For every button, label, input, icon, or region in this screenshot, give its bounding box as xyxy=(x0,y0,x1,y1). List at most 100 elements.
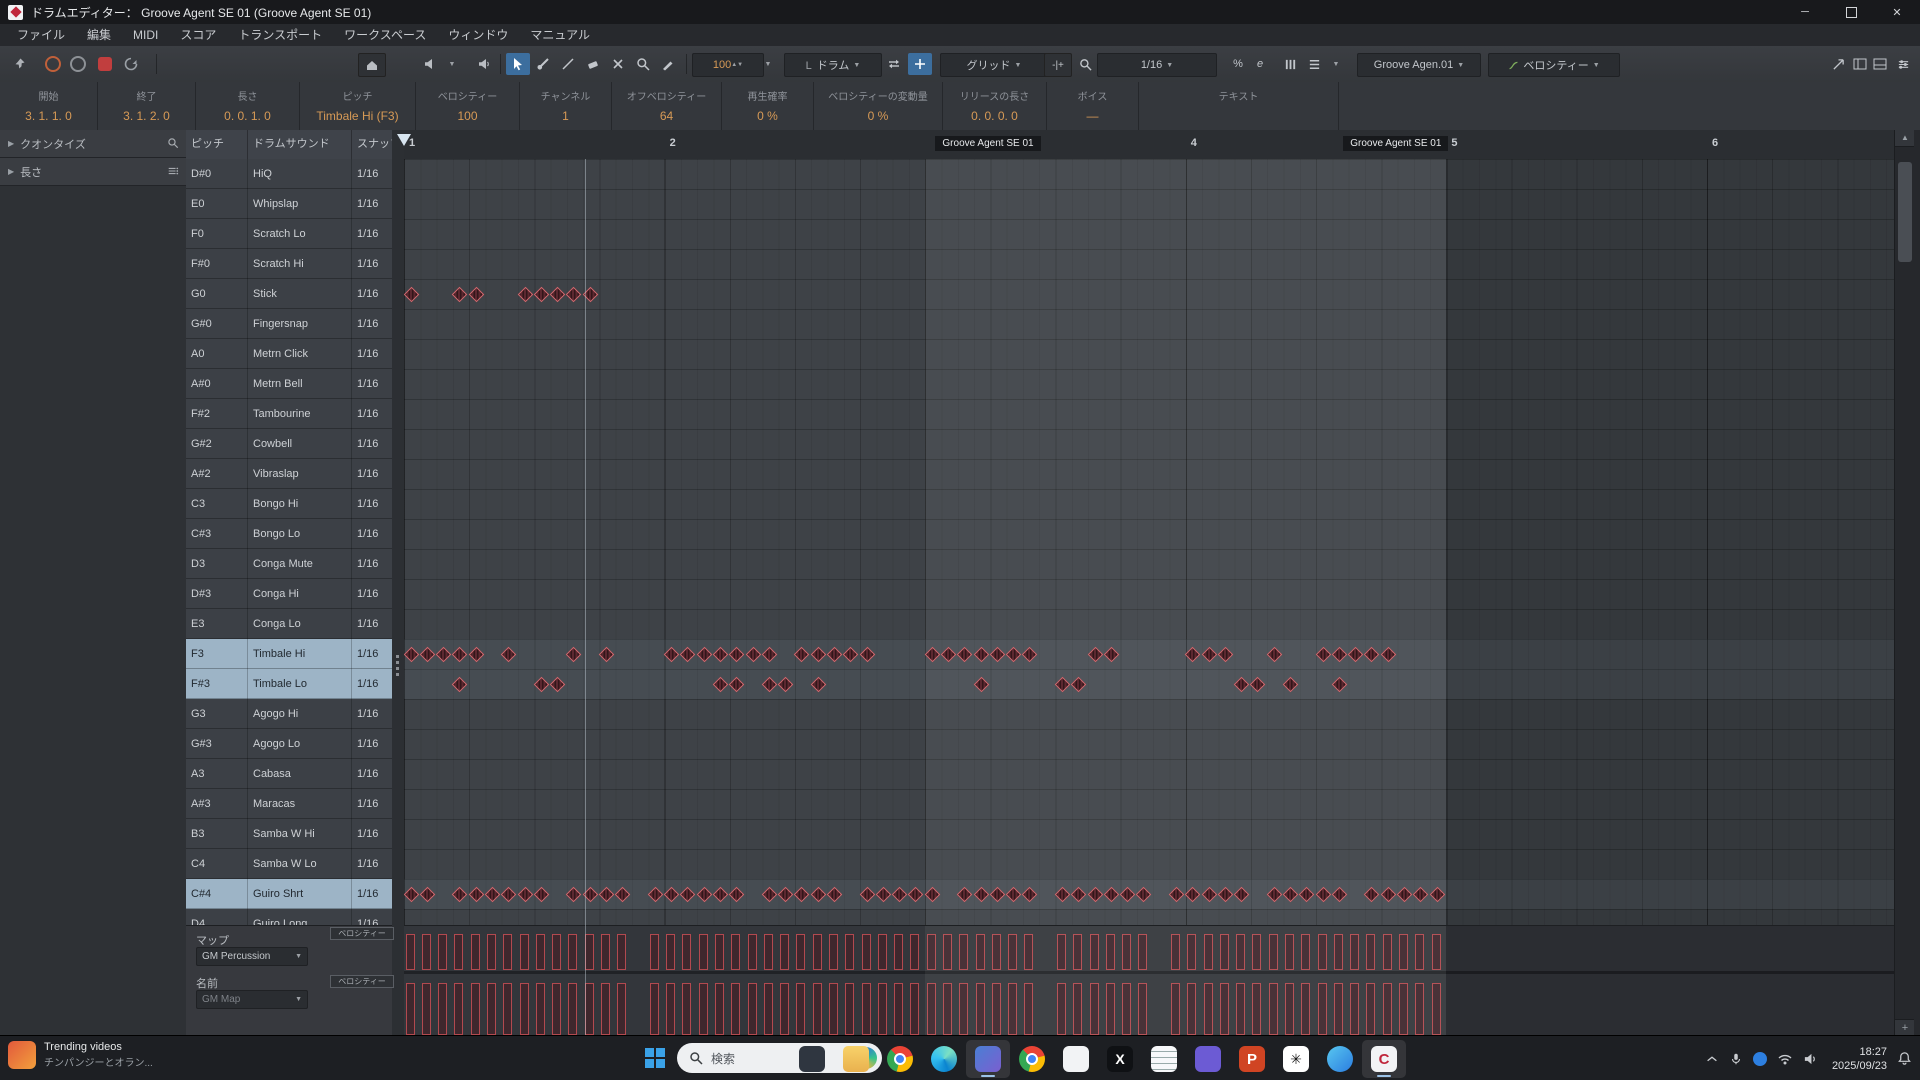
drum-row[interactable]: F#2Tambourine1/16 xyxy=(186,399,392,429)
velocity-bar[interactable] xyxy=(666,983,675,1035)
velocity-bar[interactable] xyxy=(845,983,854,1035)
clock[interactable]: 18:27 2025/09/23 xyxy=(1832,1045,1887,1073)
drum-row[interactable]: A#0Metrn Bell1/16 xyxy=(186,369,392,399)
grid-dropdown[interactable]: グリッド ▼ xyxy=(940,53,1048,77)
drum-row[interactable]: F0Scratch Lo1/16 xyxy=(186,219,392,249)
drum-row-snap[interactable]: 1/16 xyxy=(352,609,392,639)
velocity-bar[interactable] xyxy=(715,934,724,970)
velocity-bar[interactable] xyxy=(487,983,496,1035)
drum-row-snap[interactable]: 1/16 xyxy=(352,219,392,249)
drum-row-snap[interactable]: 1/16 xyxy=(352,369,392,399)
velocity-bar[interactable] xyxy=(715,983,724,1035)
velocity-bar[interactable] xyxy=(617,934,626,970)
note-diamond[interactable] xyxy=(534,286,550,302)
part-name-label[interactable]: Groove Agent SE 01 xyxy=(935,136,1040,151)
drum-row-snap[interactable]: 1/16 xyxy=(352,639,392,669)
velocity-bar[interactable] xyxy=(748,934,757,970)
drum-row[interactable]: A#2Vibraslap1/16 xyxy=(186,459,392,489)
menu-item-3[interactable]: スコア xyxy=(169,24,227,46)
drum-row-snap[interactable]: 1/16 xyxy=(352,309,392,339)
taskbar-app-notes-app[interactable] xyxy=(1142,1040,1186,1078)
drum-row[interactable]: D#3Conga Hi1/16 xyxy=(186,579,392,609)
velocity-bar[interactable] xyxy=(454,983,463,1035)
velocity-bar[interactable] xyxy=(894,983,903,1035)
controller-dropdown[interactable]: ベロシティー ▼ xyxy=(1488,53,1620,77)
infoline-field-2[interactable]: 長さ0. 0. 1. 0 xyxy=(196,82,300,130)
solo-button[interactable] xyxy=(44,53,62,75)
velocity-bar[interactable] xyxy=(454,934,463,970)
taskbar-app-photos-app[interactable] xyxy=(1318,1040,1362,1078)
quantize-percent-button[interactable]: % xyxy=(1228,53,1248,75)
velocity-bar[interactable] xyxy=(894,934,903,970)
velocity-bar[interactable] xyxy=(829,983,838,1035)
scrollbar-up-icon[interactable]: ▲ xyxy=(1895,130,1915,147)
taskbar-app-active-blue-app[interactable] xyxy=(966,1040,1010,1078)
velocity-bar[interactable] xyxy=(552,934,561,970)
drum-row-snap[interactable]: 1/16 xyxy=(352,549,392,579)
weather-widget[interactable]: Trending videos チンパンジーとオラン... xyxy=(8,1041,153,1069)
timeline-ruler[interactable]: 12456Groove Agent SE 01Groove Agent SE 0… xyxy=(404,130,1894,160)
select-tool[interactable] xyxy=(506,53,530,75)
length-menu-icon[interactable] xyxy=(167,165,179,180)
velocity-bar[interactable] xyxy=(422,983,431,1035)
drum-row-snap[interactable]: 1/16 xyxy=(352,729,392,759)
velocity-bar[interactable] xyxy=(471,934,480,970)
column-pitch[interactable]: ピッチ xyxy=(186,130,248,159)
velocity-bar[interactable] xyxy=(731,983,740,1035)
drum-row-snap[interactable]: 1/16 xyxy=(352,189,392,219)
velocity-bar[interactable] xyxy=(813,983,822,1035)
layout-left-icon[interactable] xyxy=(1851,53,1869,75)
start-button[interactable] xyxy=(645,1048,665,1068)
eraser-tool[interactable] xyxy=(581,53,605,75)
velocity-bar[interactable] xyxy=(731,934,740,970)
drum-row[interactable]: E3Conga Lo1/16 xyxy=(186,609,392,639)
quantize-magnifier-icon[interactable] xyxy=(167,137,179,152)
drum-row[interactable]: E0Whipslap1/16 xyxy=(186,189,392,219)
drum-row[interactable]: F3Timbale Hi1/16 xyxy=(186,639,392,669)
drum-row-snap[interactable]: 1/16 xyxy=(352,879,392,909)
taskbar-app-widgets-app[interactable] xyxy=(790,1040,834,1078)
drum-row[interactable]: A3Cabasa1/16 xyxy=(186,759,392,789)
velocity-bar[interactable] xyxy=(568,934,577,970)
velocity-bar[interactable] xyxy=(910,934,919,970)
autoscroll-button[interactable] xyxy=(358,53,386,77)
lane1-label[interactable]: ベロシティー xyxy=(330,927,394,940)
note-diamond[interactable] xyxy=(517,286,533,302)
wifi-icon[interactable] xyxy=(1777,1052,1793,1066)
infoline-field-11[interactable]: テキスト xyxy=(1139,82,1339,130)
infoline-field-9[interactable]: リリースの長さ0. 0. 0. 0 xyxy=(943,82,1047,130)
velocity-bar[interactable] xyxy=(601,983,610,1035)
drum-row[interactable]: G#2Cowbell1/16 xyxy=(186,429,392,459)
taskbar-app-cubase[interactable]: C xyxy=(1362,1040,1406,1078)
velocity-bar[interactable] xyxy=(520,983,529,1035)
lanes-caret[interactable]: ▼ xyxy=(1328,53,1340,75)
mute-tool[interactable] xyxy=(606,53,630,75)
notification-bell-icon[interactable] xyxy=(1897,1051,1912,1066)
drum-name-dropdown[interactable]: GM Map▼ xyxy=(196,990,308,1009)
velocity-bar[interactable] xyxy=(406,934,415,970)
velocity-bar[interactable] xyxy=(878,934,887,970)
line-tool[interactable] xyxy=(556,53,580,75)
infoline-field-4[interactable]: ベロシティー100 xyxy=(416,82,520,130)
velocity-bar[interactable] xyxy=(845,934,854,970)
pointer-display-dropdown[interactable]: Lドラム ▼ xyxy=(784,53,882,77)
drum-row-snap[interactable]: 1/16 xyxy=(352,669,392,699)
taskbar-app-purple-app[interactable] xyxy=(1186,1040,1230,1078)
velocity-bar[interactable] xyxy=(666,934,675,970)
velocity-bar[interactable] xyxy=(796,934,805,970)
drum-row-snap[interactable]: 1/16 xyxy=(352,849,392,879)
velocity-bar[interactable] xyxy=(503,934,512,970)
zoom-tool[interactable] xyxy=(631,53,655,75)
velocity-bar[interactable] xyxy=(438,983,447,1035)
drum-row[interactable]: B3Samba W Hi1/16 xyxy=(186,819,392,849)
insert-velocity-caret[interactable]: ▼ xyxy=(760,53,772,75)
drum-row-snap[interactable]: 1/16 xyxy=(352,399,392,429)
taskbar-app-x-app[interactable]: X xyxy=(1098,1040,1142,1078)
velocity-bar[interactable] xyxy=(585,983,594,1035)
velocity-bar[interactable] xyxy=(910,983,919,1035)
part-dropdown[interactable]: Groove Agen.01 ▼ xyxy=(1357,53,1481,77)
velocity-bar[interactable] xyxy=(682,934,691,970)
note-diamond[interactable] xyxy=(452,286,468,302)
quantize-dropdown[interactable]: 1/16 ▼ xyxy=(1097,53,1217,77)
drum-row[interactable]: D3Conga Mute1/16 xyxy=(186,549,392,579)
